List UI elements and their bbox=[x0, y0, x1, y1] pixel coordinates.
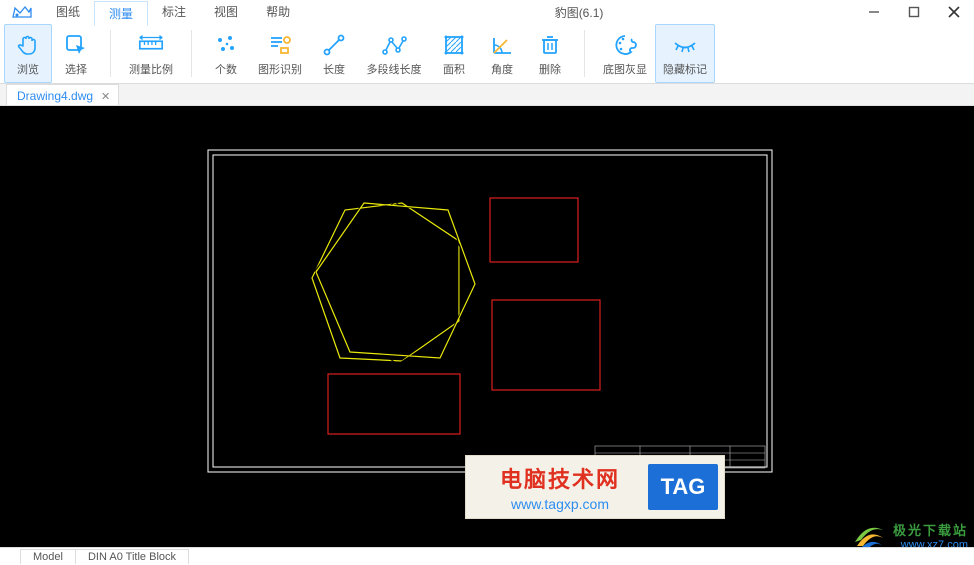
browse-label: 浏览 bbox=[17, 61, 39, 77]
count-label: 个数 bbox=[215, 61, 237, 77]
close-button[interactable] bbox=[934, 0, 974, 24]
hide-marks-button[interactable]: 隐藏标记 bbox=[655, 24, 715, 83]
window-title: 豹图(6.1) bbox=[304, 4, 854, 21]
delete-label: 删除 bbox=[539, 61, 561, 77]
scale-button[interactable]: 测量比例 bbox=[121, 24, 181, 83]
polyline-icon bbox=[380, 31, 408, 59]
length-button[interactable]: 长度 bbox=[310, 24, 358, 83]
shapes-icon bbox=[266, 31, 294, 59]
menu-drawings[interactable]: 图纸 bbox=[42, 0, 94, 25]
palette-icon bbox=[611, 31, 639, 59]
watermark-tagxp: 电脑技术网 www.tagxp.com TAG bbox=[465, 455, 725, 519]
hide-marks-label: 隐藏标记 bbox=[663, 61, 707, 77]
select-button[interactable]: 选择 bbox=[52, 24, 100, 83]
close-tab-icon[interactable]: ✕ bbox=[101, 90, 110, 103]
area-label: 面积 bbox=[443, 61, 465, 77]
separator bbox=[110, 30, 111, 77]
minimize-button[interactable] bbox=[854, 0, 894, 24]
wm1-url: www.tagxp.com bbox=[511, 496, 609, 512]
ribbon-toolbar: 浏览 选择 测量比例 个数 图形识别 长度 多段线长度 bbox=[0, 24, 974, 84]
trash-icon bbox=[536, 31, 564, 59]
menu-bar: 图纸 测量 标注 视图 帮助 bbox=[42, 0, 304, 25]
tab-model[interactable]: Model bbox=[20, 549, 76, 564]
layout-tab-bar: Model DIN A0 Title Block bbox=[0, 547, 974, 565]
basemap-gray-button[interactable]: 底图灰显 bbox=[595, 24, 655, 83]
hand-icon bbox=[14, 31, 42, 59]
menu-annotate[interactable]: 标注 bbox=[148, 0, 200, 25]
menu-view[interactable]: 视图 bbox=[200, 0, 252, 25]
app-logo-icon bbox=[8, 3, 36, 21]
angle-button[interactable]: 角度 bbox=[478, 24, 526, 83]
window-controls bbox=[854, 0, 974, 24]
select-icon bbox=[62, 31, 90, 59]
browse-button[interactable]: 浏览 bbox=[4, 24, 52, 83]
shape-id-label: 图形识别 bbox=[258, 61, 302, 77]
separator bbox=[584, 30, 585, 77]
polyline-label: 多段线长度 bbox=[367, 61, 422, 77]
wm1-title: 电脑技术网 bbox=[500, 462, 620, 494]
file-tab-name: Drawing4.dwg bbox=[17, 89, 93, 103]
length-label: 长度 bbox=[323, 61, 345, 77]
select-label: 选择 bbox=[65, 61, 87, 77]
file-tab-bar: Drawing4.dwg ✕ bbox=[0, 84, 974, 106]
ruler-icon bbox=[137, 31, 165, 59]
angle-label: 角度 bbox=[491, 61, 513, 77]
wm1-tag: TAG bbox=[648, 464, 718, 510]
file-tab[interactable]: Drawing4.dwg ✕ bbox=[6, 84, 119, 105]
basemap-gray-label: 底图灰显 bbox=[603, 61, 647, 77]
wm2-name: 极光下载站 bbox=[893, 520, 968, 539]
line-icon bbox=[320, 31, 348, 59]
polyline-button[interactable]: 多段线长度 bbox=[358, 24, 430, 83]
area-icon bbox=[440, 31, 468, 59]
tab-title-block[interactable]: DIN A0 Title Block bbox=[75, 549, 189, 564]
maximize-button[interactable] bbox=[894, 0, 934, 24]
titlebar: 图纸 测量 标注 视图 帮助 豹图(6.1) bbox=[0, 0, 974, 24]
delete-button[interactable]: 删除 bbox=[526, 24, 574, 83]
separator bbox=[191, 30, 192, 77]
dots-icon bbox=[212, 31, 240, 59]
menu-measure[interactable]: 测量 bbox=[94, 1, 148, 26]
area-button[interactable]: 面积 bbox=[430, 24, 478, 83]
angle-icon bbox=[488, 31, 516, 59]
eye-closed-icon bbox=[671, 31, 699, 59]
scale-label: 测量比例 bbox=[129, 61, 173, 77]
count-button[interactable]: 个数 bbox=[202, 24, 250, 83]
menu-help[interactable]: 帮助 bbox=[252, 0, 304, 25]
shape-id-button[interactable]: 图形识别 bbox=[250, 24, 310, 83]
